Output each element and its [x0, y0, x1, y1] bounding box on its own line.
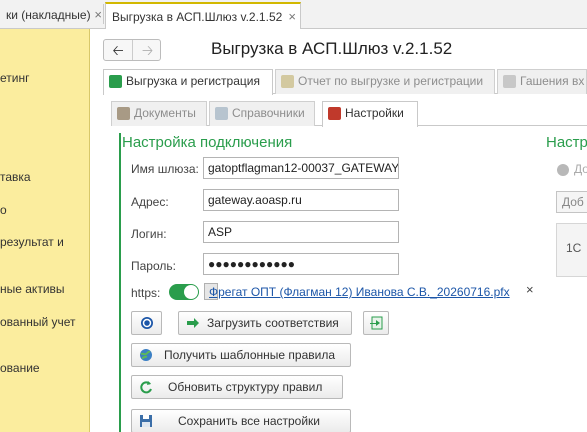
- import-button[interactable]: [363, 311, 389, 335]
- documents-icon: [117, 107, 130, 120]
- password-label: Пароль:: [131, 259, 176, 273]
- https-label: https:: [131, 286, 161, 300]
- right-section-title: Настр: [546, 134, 587, 151]
- tab-label: Гашения вх: [520, 74, 585, 88]
- button-label: Сохранить все настройки: [178, 414, 321, 428]
- button-label: Получить шаблонные правила: [164, 348, 336, 362]
- power-icon: [141, 317, 153, 329]
- login-label: Логин:: [131, 227, 167, 241]
- table-header: 1С: [556, 223, 587, 277]
- tab-settings[interactable]: Настройки: [322, 101, 418, 127]
- tab-report[interactable]: Отчет по выгрузке и регистрации: [275, 69, 495, 94]
- nav-item[interactable]: результат и: [0, 235, 64, 249]
- back-arrow-icon[interactable]: 🡠: [104, 40, 133, 60]
- address-field[interactable]: gateway.aoasp.ru: [203, 189, 399, 211]
- gateway-label: Имя шлюза:: [131, 162, 199, 176]
- tab-redemption[interactable]: Гашения вх: [497, 69, 587, 94]
- close-icon[interactable]: ×: [288, 4, 296, 29]
- nav-item[interactable]: ование: [0, 361, 40, 375]
- close-icon[interactable]: ×: [94, 2, 102, 28]
- tab-label: Выгрузка и регистрация: [126, 74, 260, 88]
- window-tab-strip: ки (накладные) × Выгрузка в АСП.Шлюз v.2…: [0, 0, 587, 29]
- redemption-icon: [503, 75, 516, 88]
- floppy-save-icon: [140, 415, 152, 427]
- right-panel-label: До: [574, 162, 587, 176]
- history-nav: 🡠 🡢: [103, 39, 161, 61]
- load-mappings-button[interactable]: Загрузить соответствия: [178, 311, 352, 335]
- button-label: Доб: [562, 195, 584, 209]
- tab-asp-export[interactable]: Выгрузка в АСП.Шлюз v.2.1.52 ×: [105, 2, 301, 29]
- gateway-field[interactable]: gatoptflagman12-00037_GATEWAY: [203, 157, 399, 179]
- report-icon: [281, 75, 294, 88]
- button-label: Обновить структуру правил: [168, 380, 323, 394]
- nav-item[interactable]: ованный учет: [0, 315, 76, 329]
- get-templates-button[interactable]: Получить шаблонные правила: [131, 343, 351, 367]
- tab-label: Отчет по выгрузке и регистрации: [298, 74, 484, 88]
- tab-label: ки (накладные): [6, 8, 91, 22]
- tab-documents[interactable]: Документы: [111, 101, 207, 126]
- toggle-knob: [184, 285, 198, 299]
- references-icon: [215, 107, 228, 120]
- clear-icon[interactable]: ×: [526, 282, 534, 297]
- add-button[interactable]: Доб: [556, 191, 587, 213]
- tab-divider: [103, 4, 104, 24]
- update-structure-button[interactable]: Обновить структуру правил: [131, 375, 343, 399]
- tab-references[interactable]: Справочники: [209, 101, 315, 126]
- button-label: Загрузить соответствия: [207, 316, 339, 330]
- login-field[interactable]: ASP: [203, 221, 399, 243]
- nav-item[interactable]: етинг: [0, 71, 29, 85]
- nav-item[interactable]: ные активы: [0, 282, 65, 296]
- tab-label: Документы: [134, 106, 196, 120]
- forward-arrow-icon[interactable]: 🡢: [133, 40, 162, 60]
- settings-icon: [328, 107, 341, 120]
- tab-label: Справочники: [232, 106, 305, 120]
- globe-icon: [140, 349, 152, 361]
- settings-subtabs: Документы Справочники Настройки: [111, 101, 587, 127]
- left-navigation: етинг тавка о результат и ные активы ова…: [0, 29, 90, 432]
- section-title: Настройка подключения: [122, 134, 293, 151]
- password-field[interactable]: ●●●●●●●●●●●●: [203, 253, 399, 275]
- tab-invoices[interactable]: ки (накладные) ×: [0, 2, 104, 29]
- certificate-link[interactable]: Фрегат ОПТ (Флагман 12) Иванова С.В._202…: [209, 285, 510, 299]
- column-header: 1С: [566, 241, 582, 255]
- main-panel: 🡠 🡢 Выгрузка в АСП.Шлюз v.2.1.52 Выгрузк…: [91, 29, 587, 432]
- tab-label: Выгрузка в АСП.Шлюз v.2.1.52: [112, 10, 283, 24]
- connect-button[interactable]: [131, 311, 162, 335]
- section-accent-bar: [119, 133, 121, 432]
- refresh-icon: [140, 381, 152, 394]
- nav-item[interactable]: о: [0, 203, 7, 217]
- export-icon: [109, 75, 122, 88]
- right-panel: До Доб 1С: [546, 157, 587, 432]
- address-label: Адрес:: [131, 195, 169, 209]
- main-tabs: Выгрузка и регистрация Отчет по выгрузке…: [103, 69, 587, 95]
- tab-label: Настройки: [345, 106, 404, 120]
- import-icon: [370, 316, 383, 330]
- nav-item[interactable]: тавка: [0, 170, 31, 184]
- save-all-button[interactable]: Сохранить все настройки: [131, 409, 351, 432]
- arrow-right-icon: [187, 318, 199, 328]
- tab-export-registration[interactable]: Выгрузка и регистрация: [103, 69, 273, 95]
- page-title: Выгрузка в АСП.Шлюз v.2.1.52: [211, 39, 453, 58]
- gear-icon: [557, 164, 569, 176]
- https-toggle[interactable]: [169, 284, 199, 300]
